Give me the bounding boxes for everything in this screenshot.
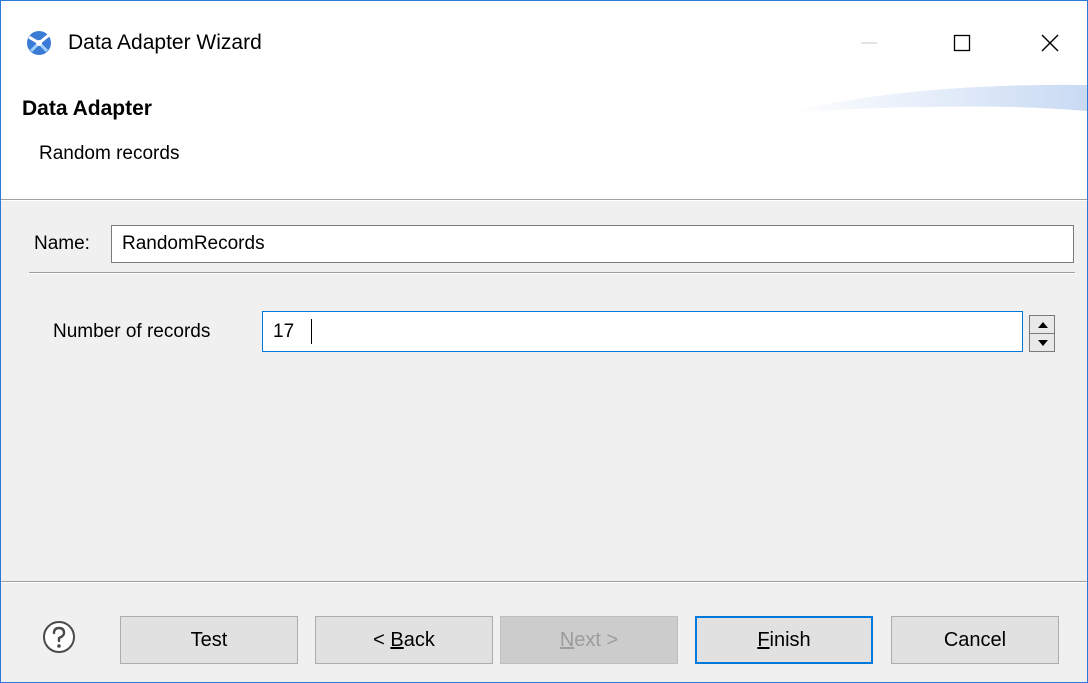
back-button[interactable]: < Back [315,616,493,664]
banner-separator-highlight [1,200,1087,201]
next-button-rest: ext > [574,628,619,651]
close-button[interactable] [1027,23,1073,63]
name-label: Name: [34,233,90,254]
number-of-records-label: Number of records [53,321,211,342]
wizard-window: Data Adapter Wizard Data Adapter Random … [0,0,1088,683]
button-bar-separator-highlight [1,582,1087,583]
back-button-mnemonic: B [390,628,404,651]
finish-button-rest: inish [769,628,811,651]
maximize-icon [953,34,971,52]
finish-button[interactable]: Finish [695,616,873,664]
arrow-up-icon [1038,322,1048,328]
back-button-prefix: < [373,628,391,651]
maximize-button[interactable] [939,23,985,63]
spin-up-button[interactable] [1029,315,1055,334]
records-spinner [1029,315,1055,353]
window-title: Data Adapter Wizard [68,31,262,54]
next-button[interactable]: Next > [500,616,678,664]
name-separator-highlight [29,273,1075,274]
back-button-rest: ack [403,628,435,651]
title-bar[interactable]: Data Adapter Wizard [1,1,1087,83]
cancel-button-label: Cancel [943,628,1007,651]
help-icon [43,621,75,653]
minimize-button[interactable] [846,23,892,63]
help-button[interactable] [42,620,76,654]
next-button-mnemonic: N [559,628,575,651]
banner-decoration [787,84,1087,113]
banner-title: Data Adapter [22,97,152,120]
cancel-button[interactable]: Cancel [891,616,1059,664]
finish-button-mnemonic: F [757,628,770,651]
close-icon [1041,34,1059,52]
minimize-icon [861,42,877,44]
banner-description: Random records [39,143,180,164]
arrow-down-icon [1038,340,1048,346]
test-button[interactable]: Test [120,616,298,664]
test-button-label: Test [190,628,228,651]
wizard-banner: Data Adapter Random records [1,83,1087,199]
number-of-records-input[interactable] [262,311,1023,352]
spin-down-button[interactable] [1029,333,1055,352]
name-input[interactable] [111,225,1074,263]
text-caret [311,319,312,344]
data-adapter-icon [27,31,51,55]
